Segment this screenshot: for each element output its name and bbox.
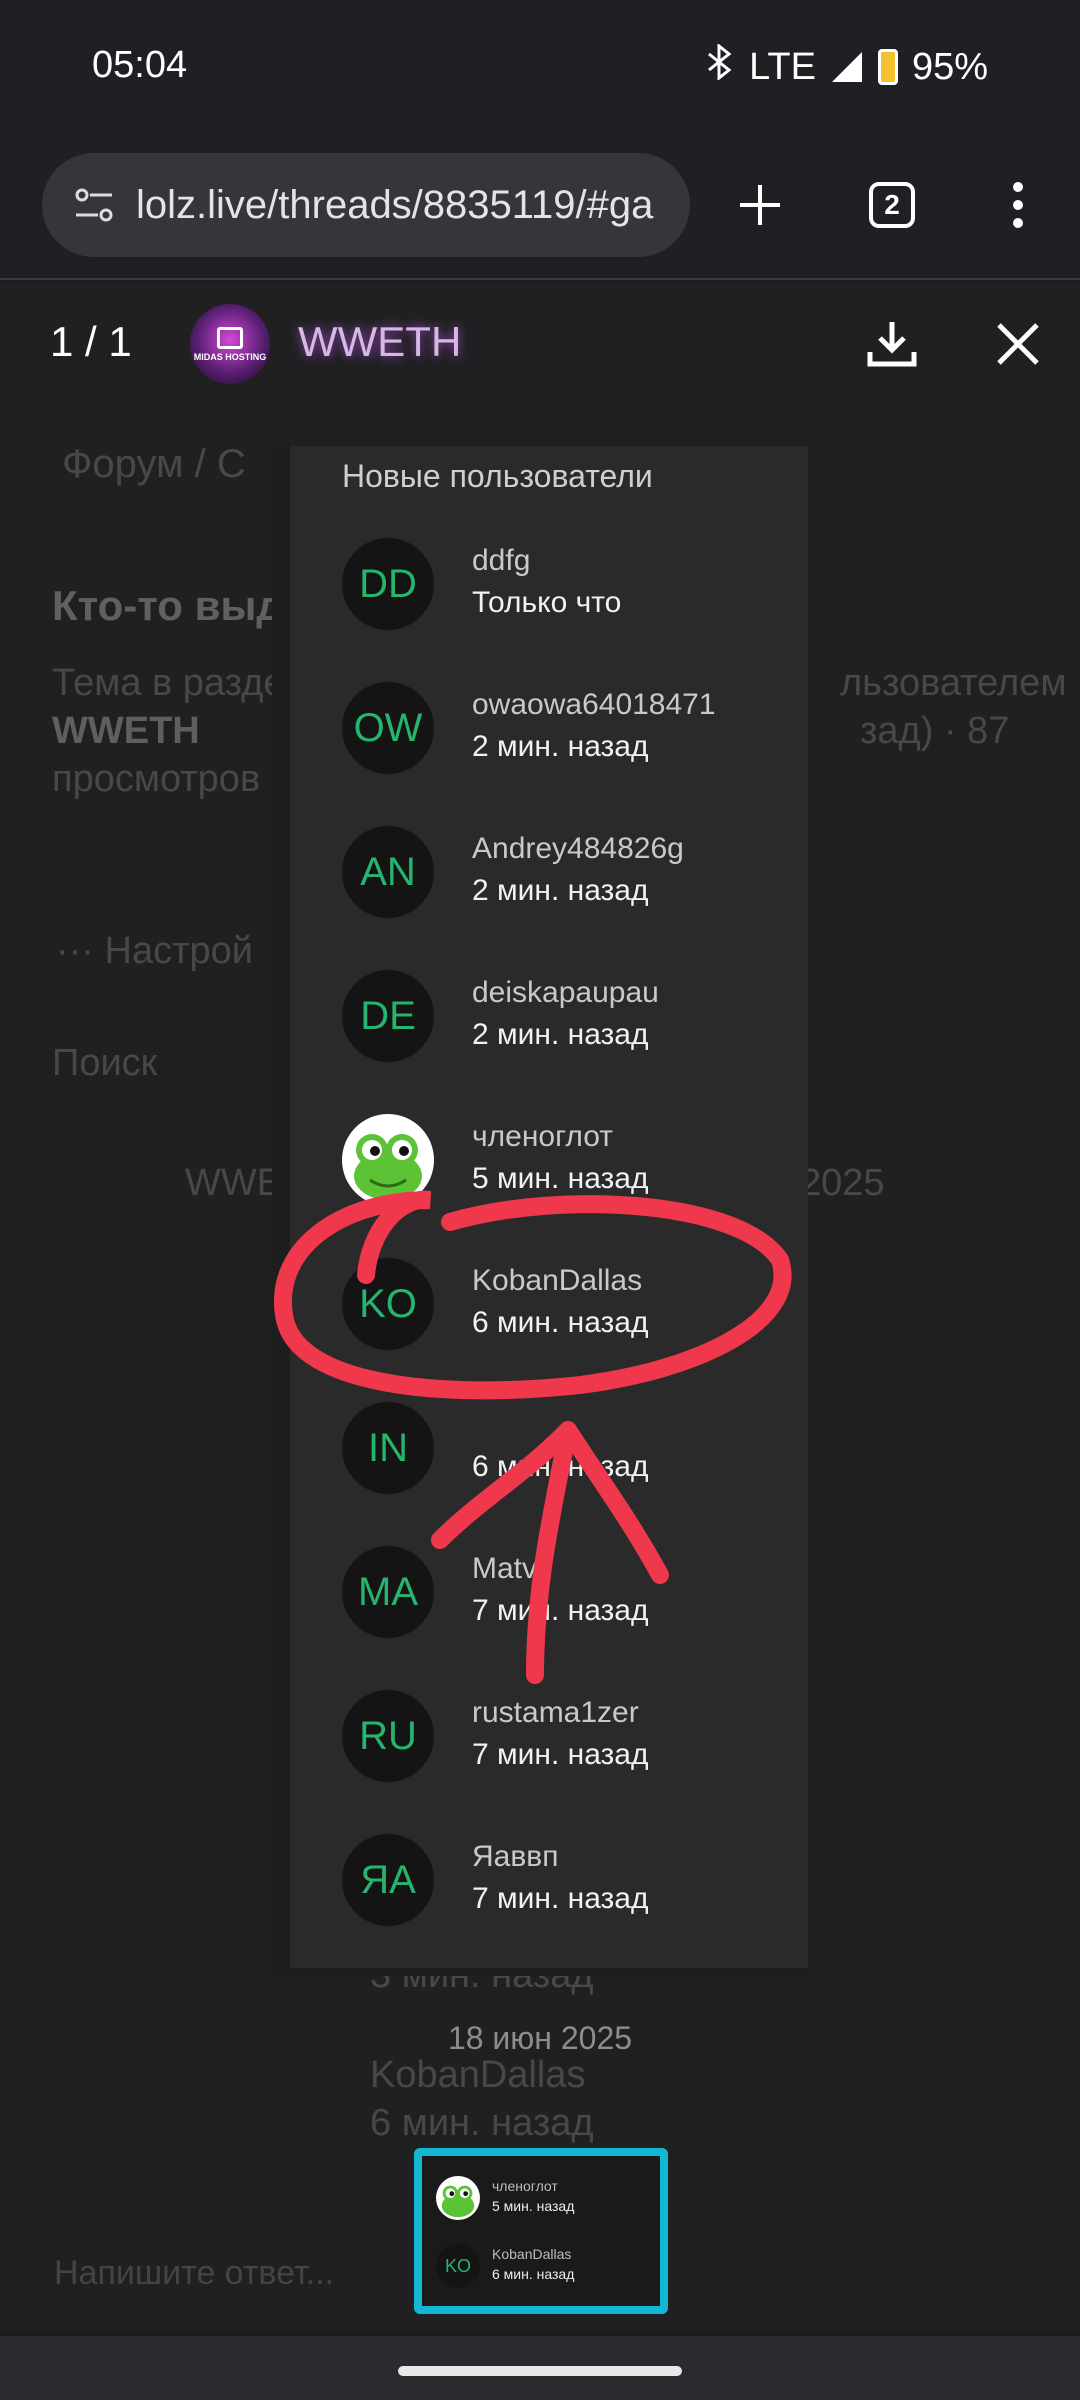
user-name[interactable]: deiskapaupau [472, 976, 659, 1010]
user-avatar: KO [342, 1258, 434, 1350]
image-counter: 1 / 1 [50, 318, 132, 365]
user-time: 7 мин. назад [472, 1738, 649, 1771]
user-time: 6 мин. назад [472, 1306, 649, 1339]
user-avatar: ЯА [342, 1834, 434, 1926]
thread-settings[interactable]: ··· Настрой [56, 930, 253, 973]
frog-icon [436, 2176, 480, 2220]
close-viewer-button[interactable] [986, 312, 1050, 376]
tab-count: 2 [869, 182, 915, 228]
user-name[interactable]: rustama1zer [472, 1696, 639, 1730]
thread-title: Кто-то выд [52, 582, 283, 629]
user-time: 6 мин. назад [472, 1450, 649, 1483]
browser-menu-button[interactable] [986, 173, 1050, 237]
post-date: 2025 [800, 1162, 885, 1204]
image-viewer-header: 1 / 1 MIDAS HOSTING WWETH [0, 282, 1080, 402]
user-avatar: AN [342, 826, 434, 918]
user-item[interactable]: DD ddfg Только что [342, 538, 802, 648]
battery-icon [877, 49, 898, 85]
user-time: 7 мин. назад [472, 1594, 649, 1627]
plus-icon [740, 185, 780, 225]
user-avatar: DE [342, 970, 434, 1062]
browser-toolbar: lolz.live/threads/8835119/#ga 2 [0, 135, 1080, 280]
user-time: 7 мин. назад [472, 1882, 649, 1915]
tab-switcher-button[interactable]: 2 [860, 173, 924, 237]
system-nav-bar [0, 2336, 1080, 2400]
search-dropdown[interactable]: Поиск [52, 1042, 157, 1085]
site-settings-icon[interactable] [62, 173, 126, 237]
home-gesture-handle[interactable] [398, 2366, 682, 2376]
thumbnail-time: 5 мин. назад [492, 2198, 575, 2214]
user-avatar: IN [342, 1402, 434, 1494]
user-avatar: DD [342, 538, 434, 630]
address-bar[interactable]: lolz.live/threads/8835119/#ga [42, 153, 690, 257]
close-icon [997, 323, 1039, 365]
panel-title: Новые пользователи [342, 458, 653, 494]
user-avatar: RU [342, 1690, 434, 1782]
post-author: WWE [185, 1162, 283, 1204]
thread-author[interactable]: WWETH [52, 710, 200, 753]
status-icons: LTE 95% [705, 42, 988, 90]
network-type: LTE [749, 45, 816, 88]
url-text[interactable]: lolz.live/threads/8835119/#ga [136, 183, 653, 228]
user-item[interactable]: AN Andrey484826g 2 мин. назад [342, 826, 802, 936]
thumbnail-name: членоглот [492, 2178, 558, 2194]
user-avatar: OW [342, 682, 434, 774]
user-item[interactable]: DE deiskapaupau 2 мин. назад [342, 970, 802, 1080]
breadcrumb: Форум / С [62, 442, 246, 486]
user-item[interactable]: RU rustama1zer 7 мин. назад [342, 1690, 802, 1800]
date-separator: 18 июн 2025 [447, 2020, 633, 2056]
clock: 05:04 [92, 44, 188, 86]
user-name[interactable]: owaowa64018471 [472, 688, 716, 722]
image-thumbnail[interactable]: членоглот 5 мин. назад KO KobanDallas 6 … [414, 2148, 668, 2314]
user-name[interactable]: ddfg [472, 544, 530, 578]
user-name[interactable]: Matv [472, 1552, 537, 1586]
author-avatar[interactable]: MIDAS HOSTING [190, 304, 270, 384]
thumbnail-row: членоглот 5 мин. назад [436, 2172, 656, 2226]
download-button[interactable] [860, 312, 924, 376]
frog-icon [342, 1114, 434, 1206]
author-name[interactable]: WWETH [298, 318, 461, 366]
new-tab-button[interactable] [728, 173, 792, 237]
bg-time-2: 6 мин. назад [370, 2102, 594, 2144]
user-name[interactable]: членоглот [472, 1120, 613, 1154]
thread-meta: Тема в разде [52, 662, 285, 704]
user-item[interactable]: MA Matv 7 мин. назад [342, 1546, 802, 1656]
user-time: 2 мин. назад [472, 730, 649, 763]
thread-meta-right: льзователем [840, 662, 1067, 704]
user-item[interactable]: OW owaowa64018471 2 мин. назад [342, 682, 802, 792]
user-name[interactable]: Яаввп [472, 1840, 558, 1874]
user-time: 5 мин. назад [472, 1162, 649, 1195]
user-item-highlighted[interactable]: KO KobanDallas 6 мин. назад [342, 1258, 802, 1368]
user-name[interactable]: Andrey484826g [472, 832, 684, 866]
user-avatar: MA [342, 1546, 434, 1638]
bg-username: KobanDallas [370, 2054, 586, 2096]
thumbnail-avatar: KO [436, 2244, 480, 2288]
signal-icon [831, 52, 862, 82]
thumbnail-name: KobanDallas [492, 2246, 572, 2262]
thumbnail-time: 6 мин. назад [492, 2266, 575, 2282]
user-time: 2 мин. назад [472, 874, 649, 907]
user-item[interactable]: членоглот 5 мин. назад [342, 1114, 802, 1224]
status-bar: 05:04 LTE 95% [0, 0, 1080, 135]
thumbnail-row: KO KobanDallas 6 мин. назад [436, 2240, 656, 2294]
more-vert-icon [1013, 182, 1023, 228]
reply-input[interactable]: Напишите ответ... [54, 2254, 334, 2293]
user-time: 2 мин. назад [472, 1018, 649, 1051]
thread-meta-views-label: просмотров [52, 758, 261, 800]
battery-level: 95% [911, 45, 988, 88]
user-item[interactable]: ЯА Яаввп 7 мин. назад [342, 1834, 802, 1944]
thread-meta-views: зад) · 87 [860, 710, 1010, 752]
avatar-logo-text: MIDAS HOSTING [193, 351, 267, 362]
download-icon [867, 322, 917, 367]
bluetooth-icon [705, 42, 735, 90]
user-name[interactable]: KobanDallas [472, 1264, 642, 1298]
user-item[interactable]: IN 6 мин. назад [342, 1402, 802, 1512]
user-time: Только что [472, 586, 622, 619]
new-users-panel: Новые пользователи DD ddfg Только что OW… [272, 446, 808, 1976]
laptop-icon [217, 326, 243, 349]
